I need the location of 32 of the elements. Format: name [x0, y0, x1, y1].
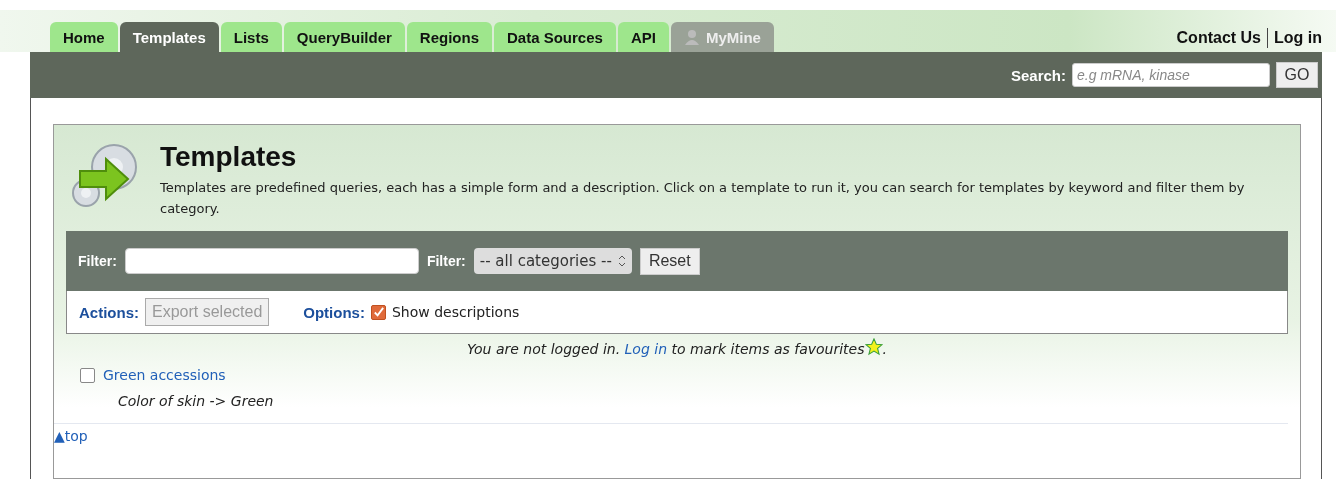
checkbox-label[interactable]: Show descriptions	[391, 304, 520, 320]
nav-tab[interactable]: Data Sources	[494, 22, 616, 52]
category-select[interactable]: -- all categories --	[473, 248, 632, 274]
filter-label: Filter:	[78, 253, 117, 269]
star-icon	[864, 338, 883, 356]
reset-button[interactable]: Reset	[639, 247, 700, 275]
filter-field[interactable]	[124, 248, 419, 274]
header-link[interactable]: Contact Us	[1176, 29, 1261, 47]
search-field[interactable]: e.g mRNA, kinase	[1072, 63, 1270, 87]
checkbox[interactable]	[80, 367, 95, 383]
nav-tab[interactable]: Templates	[119, 22, 219, 52]
login-notice: You are not logged in. Log in to mark items as favourites .	[467, 341, 887, 357]
header-link[interactable]: Log in	[1274, 29, 1322, 47]
user-icon	[683, 29, 700, 45]
options-label: Options:	[303, 303, 365, 321]
up-down-arrows-icon	[617, 254, 626, 268]
actions-label: Actions:	[79, 303, 139, 321]
page-description: Templates are predefined queries, each has a simple form and a description. Click on a template to run it, you can search for templates by keyword and filter them by category.	[160, 179, 1246, 218]
nav-tab[interactable]: API	[617, 22, 669, 52]
checkbox[interactable]	[370, 304, 386, 320]
go-button[interactable]: GO	[1276, 62, 1318, 88]
nav-tab[interactable]: Lists	[220, 22, 282, 52]
template-description: Color of skin -> Green	[117, 392, 275, 409]
nav-tab[interactable]: QueryBuilder	[283, 22, 405, 52]
page-title: Templates	[160, 141, 298, 173]
nav-tab[interactable]: Regions	[406, 22, 492, 52]
filter-label: Filter:	[426, 253, 466, 269]
login-link[interactable]: Log in	[624, 341, 668, 357]
top-link[interactable]: ▲top	[54, 428, 88, 444]
search-label: Search:	[1010, 66, 1066, 84]
template-link[interactable]: Green accessions	[103, 367, 226, 383]
nav-tab[interactable]: Home	[50, 22, 118, 52]
